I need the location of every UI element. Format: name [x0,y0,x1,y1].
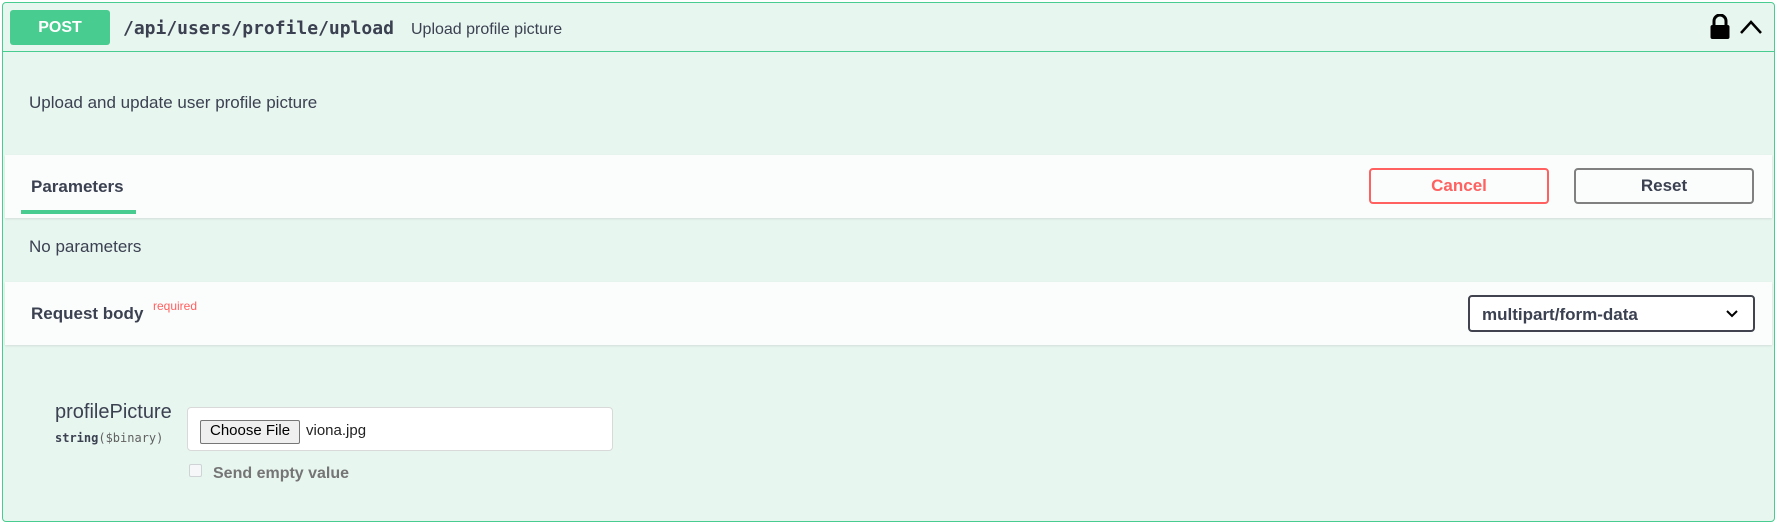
parameters-header: Parameters Cancel Reset [5,155,1772,218]
operation-summary[interactable]: POST /api/users/profile/upload Upload pr… [3,3,1774,52]
chevron-up-icon[interactable] [1738,17,1764,37]
reset-button[interactable]: Reset [1574,168,1754,204]
method-badge: POST [10,10,110,45]
request-body-title: Request body [31,304,144,323]
lock-icon[interactable] [1709,14,1731,40]
field-type: string($binary) [55,431,163,445]
send-empty-value-label: Send empty value [213,465,350,482]
operation-summary-text: Upload profile picture [411,21,563,38]
chevron-down-icon [1726,310,1738,318]
operation-block: POST /api/users/profile/upload Upload pr… [2,2,1775,522]
tab-active-indicator [21,210,136,214]
required-label: required [153,299,198,313]
file-input[interactable]: Choose File viona.jpg [187,407,613,451]
cancel-button[interactable]: Cancel [1369,168,1549,204]
choose-file-button[interactable]: Choose File [200,420,301,444]
operation-description: Upload and update user profile picture [29,93,318,112]
content-type-value: multipart/form-data [1482,305,1638,324]
send-empty-value-checkbox[interactable] [189,464,202,477]
selected-file-name: viona.jpg [306,422,367,439]
request-body-header: Request body required multipart/form-dat… [5,282,1772,345]
field-type-name: string [55,431,99,445]
content-type-select[interactable]: multipart/form-data [1468,295,1755,332]
tab-parameters[interactable]: Parameters [31,177,124,197]
field-type-format: ($binary) [98,431,164,445]
field-name: profilePicture [55,401,172,423]
endpoint-path: /api/users/profile/upload [123,18,394,39]
no-parameters-text: No parameters [29,237,142,256]
